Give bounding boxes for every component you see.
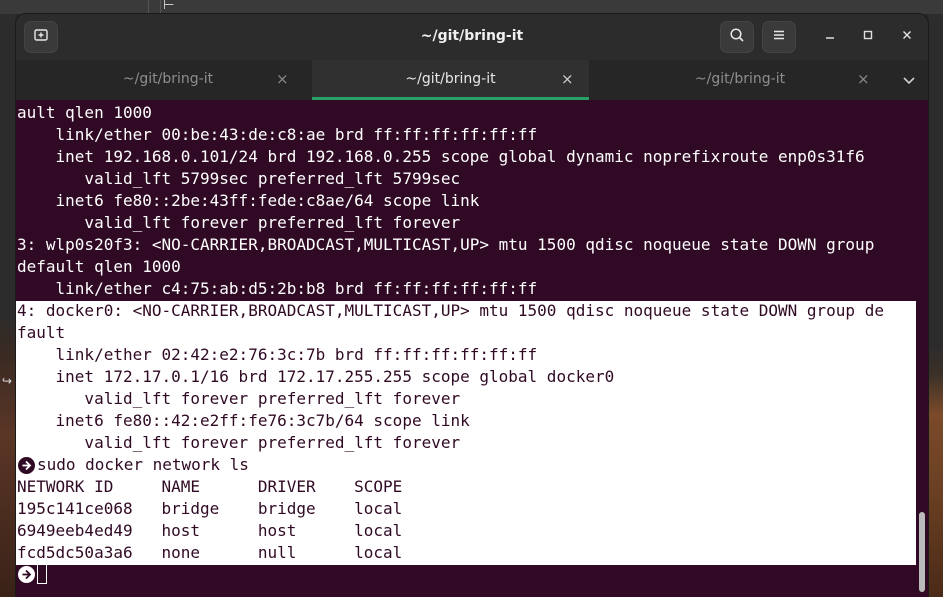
terminal-window: ~/git/bring-it ~/git/bring-it × ~/git/br… — [16, 14, 928, 597]
terminal-line: link/ether 00:be:43:de:c8:ae brd ff:ff:f… — [17, 125, 538, 144]
terminal-line: valid_lft forever preferred_lft forever — [17, 213, 461, 232]
terminal-line-selected: 4: docker0: <NO-CARRIER,BROADCAST,MULTIC… — [17, 301, 884, 320]
tab-label: ~/git/bring-it — [694, 71, 786, 87]
terminal-line: link/ether c4:75:ab:d5:2b:b8 brd ff:ff:f… — [17, 279, 538, 298]
maximize-button[interactable] — [858, 27, 878, 47]
table-row: 195c141ce068 bridge bridge local — [17, 499, 403, 518]
arrow-right-circle-icon — [18, 566, 35, 583]
terminal-line: 3: wlp0s20f3: <NO-CARRIER,BROADCAST,MULT… — [17, 235, 875, 254]
menu-button[interactable] — [762, 21, 796, 53]
minimize-icon — [824, 29, 836, 45]
desktop-background-left: ↪ — [0, 14, 16, 597]
hamburger-menu-icon — [771, 27, 787, 47]
table-header-row: NETWORK ID NAME DRIVER SCOPE — [17, 477, 403, 496]
desktop-tick-icon: ⊢ — [163, 0, 175, 13]
minimize-button[interactable] — [820, 27, 840, 47]
tab-label: ~/git/bring-it — [122, 71, 214, 87]
desktop-top-bar: ⊢ — [0, 0, 943, 14]
tab-2-active[interactable]: ~/git/bring-it × — [312, 60, 589, 100]
tab-3[interactable]: ~/git/bring-it × — [589, 60, 891, 100]
desktop-background-right — [928, 14, 943, 597]
scrollbar-thumb[interactable] — [919, 512, 925, 592]
tab-bar: ~/git/bring-it × ~/git/bring-it × ~/git/… — [16, 60, 928, 100]
terminal-line-selected: link/ether 02:42:e2:76:3c:7b brd ff:ff:f… — [17, 345, 538, 364]
terminal-line: valid_lft 5799sec preferred_lft 5799sec — [17, 169, 461, 188]
desktop-arrow-icon: ↪ — [2, 374, 13, 388]
terminal-line-selected: inet6 fe80::42:e2ff:fe76:3c7b/64 scope l… — [17, 411, 470, 430]
terminal-line-selected: valid_lft forever preferred_lft forever — [17, 433, 461, 452]
tab-close-icon[interactable]: × — [857, 60, 870, 98]
terminal-line: inet 192.168.0.101/24 brd 192.168.0.255 … — [17, 147, 865, 166]
terminal-line: inet6 fe80::2be:43ff:fede:c8ae/64 scope … — [17, 191, 480, 210]
terminal-command: sudo docker network ls — [37, 455, 249, 474]
tab-close-icon[interactable]: × — [276, 60, 289, 98]
title-bar[interactable]: ~/git/bring-it — [16, 14, 928, 60]
terminal-line-selected: fault — [17, 323, 66, 342]
text-cursor — [37, 564, 47, 584]
close-button[interactable] — [897, 27, 917, 47]
terminal-line-selected: valid_lft forever preferred_lft forever — [17, 389, 461, 408]
desktop-divider — [160, 0, 161, 14]
tab-list-dropdown[interactable] — [900, 71, 918, 89]
new-tab-icon — [33, 27, 49, 47]
table-row: 6949eeb4ed49 host host local — [17, 521, 403, 540]
close-icon — [901, 29, 913, 45]
arrow-right-circle-icon — [18, 457, 35, 474]
table-row: fcd5dc50a3a6 none null local — [17, 543, 403, 562]
terminal-line-selected: inet 172.17.0.1/16 brd 172.17.255.255 sc… — [17, 367, 615, 386]
maximize-icon — [862, 29, 874, 45]
tab-label: ~/git/bring-it — [405, 71, 496, 87]
chevron-down-icon — [900, 74, 918, 93]
search-icon — [729, 27, 745, 47]
new-tab-button[interactable] — [24, 21, 58, 53]
tab-1[interactable]: ~/git/bring-it × — [24, 60, 312, 100]
tab-close-icon[interactable]: × — [561, 60, 574, 98]
terminal-line: ault qlen 1000 — [17, 103, 152, 122]
desktop-divider — [148, 0, 149, 14]
terminal-output[interactable]: ault qlen 1000 link/ether 00:be:43:de:c8… — [16, 100, 928, 597]
search-button[interactable] — [720, 21, 754, 53]
terminal-line: default qlen 1000 — [17, 257, 181, 276]
